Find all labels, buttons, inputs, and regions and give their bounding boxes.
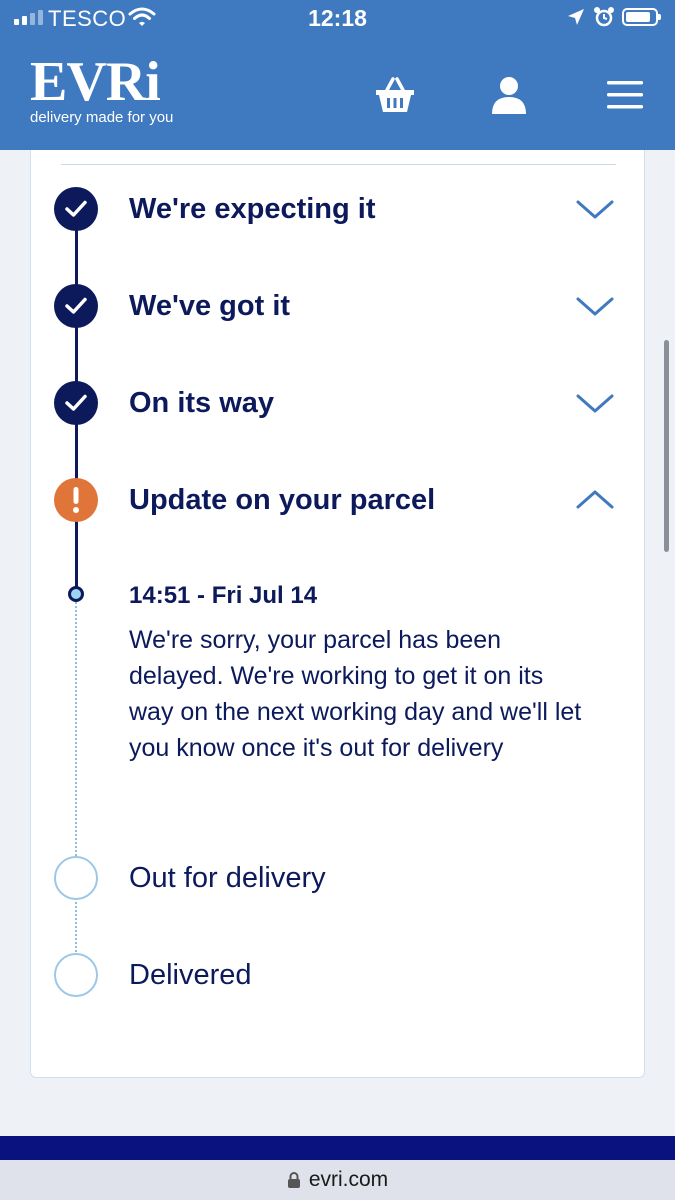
url-text: evri.com — [308, 1168, 389, 1191]
chevron-up-icon[interactable] — [575, 486, 615, 514]
event-message: We're sorry, your parcel has been delaye… — [129, 626, 582, 762]
site-footer — [0, 1136, 675, 1160]
account-button[interactable] — [484, 70, 534, 120]
step-label: Out for delivery — [129, 862, 326, 894]
browser-address-bar[interactable]: evri.com — [0, 1160, 675, 1200]
basket-button[interactable] — [370, 70, 420, 120]
step-label: We're expecting it — [129, 193, 376, 225]
location-arrow-icon — [567, 8, 585, 31]
step-label: Delivered — [129, 959, 252, 991]
step-label: We've got it — [129, 290, 291, 322]
status-bar: TESCO 12:18 — [0, 0, 675, 36]
battery-icon — [622, 8, 661, 26]
check-icon — [54, 381, 98, 425]
basket-icon — [376, 77, 414, 112]
account-icon — [492, 77, 526, 114]
tracking-step-out-for-delivery: Out for delivery — [31, 848, 646, 908]
menu-button[interactable] — [600, 70, 650, 120]
event-timestamp: 14:51 - Fri Jul 14 — [129, 582, 318, 609]
chevron-down-icon[interactable] — [575, 195, 615, 223]
tracking-step-on-its-way[interactable]: On its way — [31, 373, 646, 433]
alarm-clock-icon — [593, 6, 615, 33]
event-marker — [68, 586, 84, 602]
step-label: Update on your parcel — [129, 484, 436, 516]
step-label: On its way — [129, 387, 275, 419]
check-icon — [54, 187, 98, 231]
card-divider — [61, 164, 616, 165]
tracking-step-received[interactable]: We've got it — [31, 276, 646, 336]
pending-circle-icon — [54, 856, 98, 900]
exclamation-icon — [54, 478, 98, 522]
app-header: TESCO 12:18 EVRi delivery made for you — [0, 0, 675, 150]
tracking-step-update[interactable]: Update on your parcel — [31, 470, 646, 530]
chevron-down-icon[interactable] — [575, 292, 615, 320]
logo-wordmark: EVRi — [30, 51, 161, 113]
hamburger-menu-icon — [607, 81, 643, 109]
evri-logo[interactable]: EVRi delivery made for you — [30, 54, 173, 126]
pending-circle-icon — [54, 953, 98, 997]
check-icon — [54, 284, 98, 328]
chevron-down-icon[interactable] — [575, 389, 615, 417]
lock-icon — [287, 1172, 300, 1188]
tracking-card: We're expecting it We've got it On its w… — [30, 150, 645, 1078]
page-scrollbar[interactable] — [664, 340, 669, 552]
tracking-step-delivered: Delivered — [31, 945, 646, 1005]
tracking-step-expecting[interactable]: We're expecting it — [31, 179, 646, 239]
logo-tagline: delivery made for you — [30, 109, 174, 126]
